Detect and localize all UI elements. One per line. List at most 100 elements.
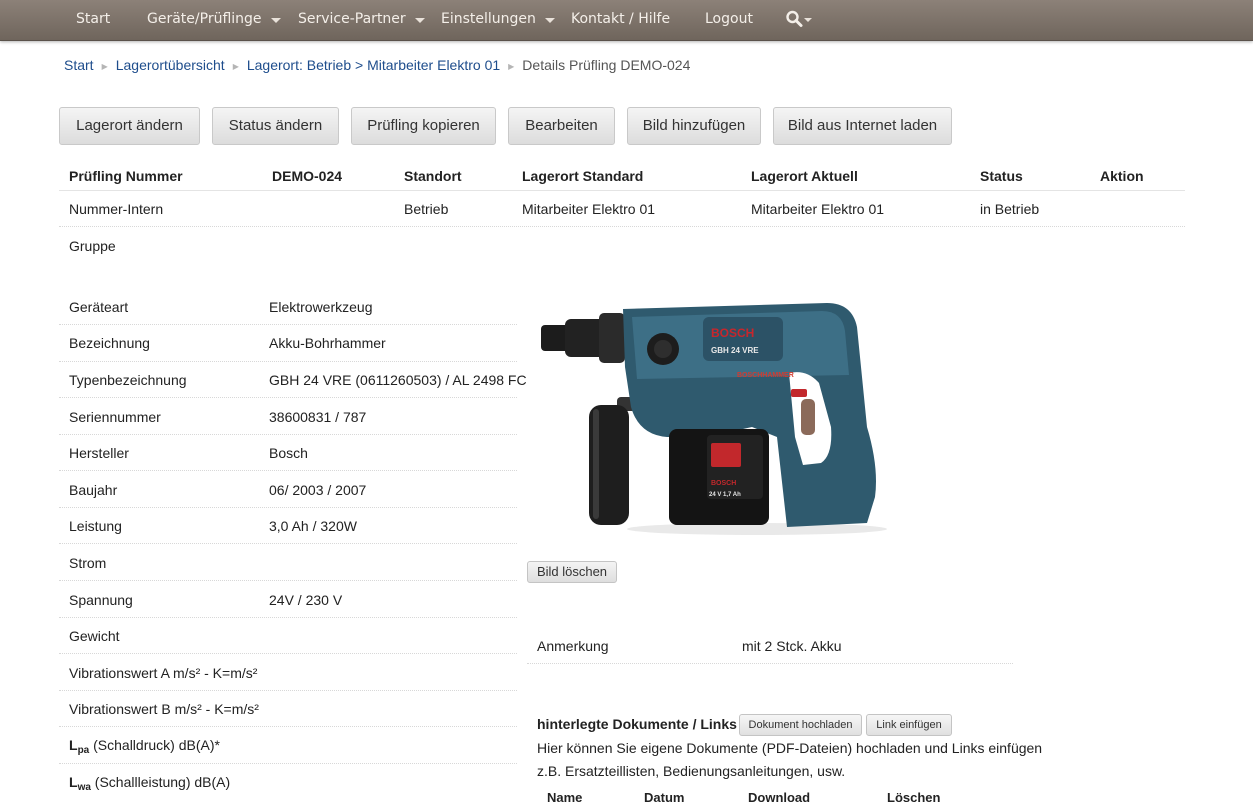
detail-label-schalldruck: Lpa (Schalldruck) dB(A)* (69, 737, 220, 756)
status-value: in Betrieb (980, 201, 1040, 217)
bearbeiten-button[interactable]: Bearbeiten (508, 107, 615, 145)
divider (59, 226, 1185, 227)
lpa-text: (Schalldruck) dB(A)* (89, 737, 220, 753)
bild-hinzufuegen-button[interactable]: Bild hinzufügen (627, 107, 761, 145)
lpa-symbol: L (69, 737, 78, 753)
anmerkung-value: mit 2 Stck. Akku (742, 638, 842, 654)
nav-service-partner[interactable]: Service-Partner (298, 0, 425, 40)
image-model: GBH 24 VRE (711, 346, 759, 355)
detail-value-typenbezeichnung: GBH 24 VRE (0611260503) / AL 2498 FC (269, 372, 527, 388)
product-image: BOSCH GBH 24 VRE BOSCHHAMMER BOSCH 24 V … (527, 287, 899, 539)
detail-label-spannung: Spannung (69, 592, 133, 608)
image-line: BOSCHHAMMER (737, 372, 794, 379)
header-aktion: Aktion (1100, 168, 1144, 184)
lwa-symbol: L (69, 774, 78, 790)
divider (59, 397, 517, 398)
header-lagerort-standard: Lagerort Standard (522, 168, 644, 184)
divider (59, 617, 517, 618)
detail-label-geraeteart: Geräteart (69, 299, 129, 315)
breadcrumb-lagerortuebersicht[interactable]: Lagerortübersicht (116, 57, 225, 73)
detail-value-seriennummer: 38600831 / 787 (269, 409, 367, 425)
nummer-intern-label: Nummer-Intern (69, 201, 164, 217)
anmerkung-label: Anmerkung (537, 638, 609, 654)
lagerort-aktuell-value: Mitarbeiter Elektro 01 (751, 201, 885, 217)
header-lagerort-aktuell: Lagerort Aktuell (751, 168, 858, 184)
divider (59, 507, 517, 508)
nav-search[interactable] (786, 10, 814, 30)
detail-label-leistung: Leistung (69, 518, 122, 534)
documents-examples: z.B. Ersatzteillisten, Bedienungsanleitu… (537, 763, 846, 779)
detail-label-baujahr: Baujahr (69, 482, 118, 498)
nav-start[interactable]: Start (76, 0, 110, 40)
doc-header-datum: Datum (644, 790, 685, 805)
header-standort: Standort (404, 168, 462, 184)
detail-value-bezeichnung: Akku-Bohrhammer (269, 335, 386, 351)
detail-value-leistung: 3,0 Ah / 320W (269, 518, 357, 534)
top-navigation: Start Geräte/Prüflinge Service-Partner E… (0, 0, 1253, 41)
detail-label-schallleistung: Lwa (Schallleistung) dB(A) (69, 774, 230, 793)
breadcrumb: Start ▶ Lagerortübersicht ▶ Lagerort: Betrie… (64, 57, 690, 75)
dokument-hochladen-button[interactable]: Dokument hochladen (739, 714, 862, 736)
divider (59, 190, 1185, 191)
nav-kontakt-hilfe[interactable]: Kontakt / Hilfe (571, 0, 670, 40)
detail-label-strom: Strom (69, 555, 107, 571)
detail-label-gewicht: Gewicht (69, 628, 120, 644)
nav-logout[interactable]: Logout (705, 0, 753, 40)
detail-label-hersteller: Hersteller (69, 445, 129, 461)
divider (59, 543, 517, 544)
divider (59, 726, 517, 727)
detail-label-bezeichnung: Bezeichnung (69, 335, 150, 351)
detail-value-baujahr: 06/ 2003 / 2007 (269, 482, 367, 498)
detail-value-geraeteart: Elektrowerkzeug (269, 299, 373, 315)
breadcrumb-separator-icon: ▶ (232, 62, 239, 71)
nav-einstellungen[interactable]: Einstellungen (441, 0, 555, 40)
doc-header-loeschen: Löschen (887, 790, 941, 805)
detail-label-vibration-b: Vibrationswert B m/s² - K=m/s² (69, 701, 259, 717)
image-battery-spec: 24 V 1,7 Ah (709, 492, 741, 498)
breadcrumb-separator-icon: ▶ (101, 62, 108, 71)
standort-value: Betrieb (404, 201, 449, 217)
bild-aus-internet-button[interactable]: Bild aus Internet laden (773, 107, 952, 145)
doc-header-name: Name (547, 790, 583, 805)
detail-label-typenbezeichnung: Typenbezeichnung (69, 372, 187, 388)
header-pruefling-nummer: Prüfling Nummer (69, 168, 183, 184)
breadcrumb-separator-icon: ▶ (508, 62, 515, 71)
lagerort-aendern-button[interactable]: Lagerort ändern (59, 107, 200, 145)
detail-value-spannung: 24V / 230 V (269, 592, 343, 608)
divider (527, 663, 1013, 664)
hammer-drill-image: BOSCH GBH 24 VRE BOSCHHAMMER BOSCH 24 V … (527, 287, 899, 539)
breadcrumb-current: Details Prüfling DEMO-024 (522, 57, 691, 73)
divider (59, 653, 517, 654)
bild-loeschen-button[interactable]: Bild löschen (527, 561, 617, 583)
detail-label-seriennummer: Seriennummer (69, 409, 161, 425)
nav-einstellungen-label: Einstellungen (441, 11, 536, 27)
documents-title: hinterlegte Dokumente / Links (537, 716, 737, 732)
status-aendern-button[interactable]: Status ändern (212, 107, 339, 145)
lwa-subscript: wa (77, 782, 91, 793)
divider (59, 361, 517, 362)
nav-geraete[interactable]: Geräte/Prüflinge (147, 0, 281, 40)
divider (59, 470, 517, 471)
doc-header-download: Download (748, 790, 811, 805)
chevron-down-icon (414, 17, 425, 23)
lagerort-standard-value: Mitarbeiter Elektro 01 (522, 201, 656, 217)
nav-service-label: Service-Partner (298, 11, 406, 27)
nav-geraete-label: Geräte/Prüflinge (147, 11, 262, 27)
chevron-down-icon (270, 17, 281, 23)
pruefling-kopieren-button[interactable]: Prüfling kopieren (351, 107, 496, 145)
divider (59, 580, 517, 581)
image-battery-brand: BOSCH (711, 480, 736, 487)
search-icon (786, 10, 812, 27)
documents-description: Hier können Sie eigene Dokumente (PDF-Da… (537, 740, 1043, 756)
divider (59, 690, 517, 691)
divider (59, 324, 517, 325)
chevron-down-icon (544, 17, 555, 23)
breadcrumb-start[interactable]: Start (64, 57, 94, 73)
breadcrumb-lagerort[interactable]: Lagerort: Betrieb > Mitarbeiter Elektro … (247, 57, 500, 73)
detail-value-hersteller: Bosch (269, 445, 308, 461)
header-pruefling-nummer-value: DEMO-024 (272, 168, 343, 184)
link-einfuegen-button[interactable]: Link einfügen (866, 714, 952, 736)
lpa-subscript: pa (77, 745, 90, 756)
divider (59, 434, 517, 435)
divider (59, 763, 517, 764)
